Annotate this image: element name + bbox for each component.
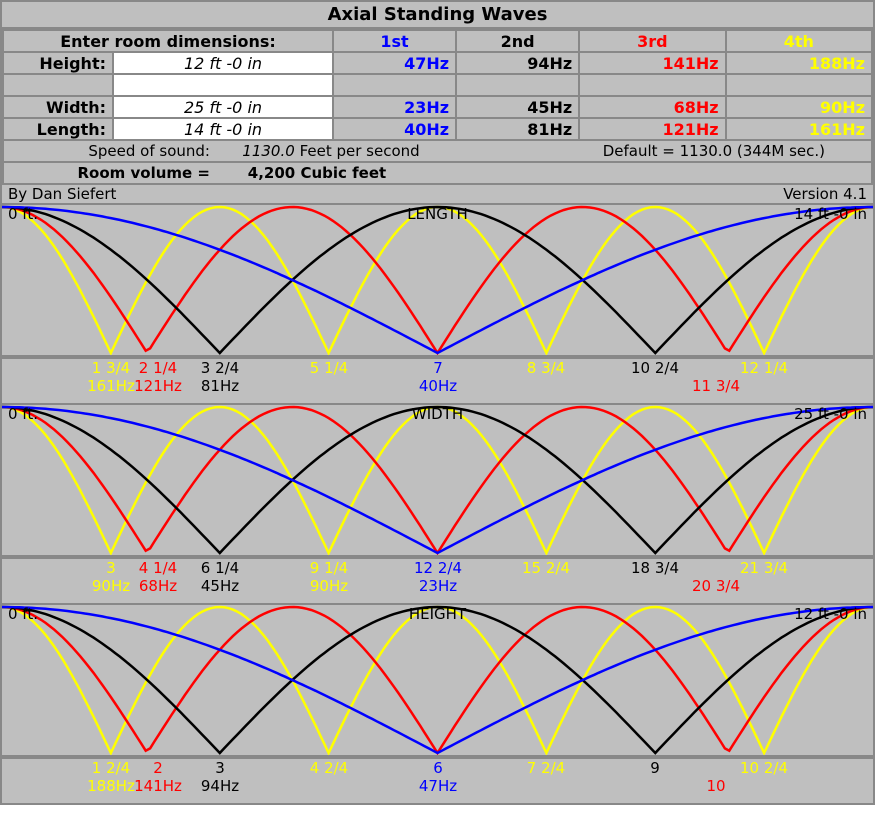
freq-label: 23Hz bbox=[419, 577, 457, 595]
chart-name: LENGTH bbox=[407, 205, 468, 223]
node-label: 1 2/4 bbox=[92, 759, 130, 777]
node-label: 9 bbox=[650, 759, 660, 777]
sound-row: Speed of sound: 1130.0 Feet per second D… bbox=[3, 140, 872, 162]
width-label: Width: bbox=[3, 96, 113, 118]
freq-label: 90Hz bbox=[92, 577, 130, 595]
ord-2: 2nd bbox=[456, 30, 579, 52]
app-title: Axial Standing Waves bbox=[2, 2, 873, 29]
node-label: 7 bbox=[433, 359, 443, 377]
node-label: 2 bbox=[153, 759, 163, 777]
chart-left: 0 ft. bbox=[8, 605, 38, 623]
charts-area: 0 ft. LENGTH 14 ft -0 in 1 3/4 2 1/4 3 2/4 5 1… bbox=[2, 203, 873, 803]
freq-label: 11 3/4 bbox=[692, 377, 740, 395]
freq-label: 81Hz bbox=[201, 377, 239, 395]
length-row: Length: 14 ft -0 in 40Hz 81Hz 121Hz 161H… bbox=[3, 118, 872, 140]
node-label: 6 bbox=[433, 759, 443, 777]
ord-4: 4th bbox=[726, 30, 872, 52]
width-row: Width: 25 ft -0 in 23Hz 45Hz 68Hz 90Hz bbox=[3, 96, 872, 118]
node-label: 3 bbox=[215, 759, 225, 777]
length-4: 161Hz bbox=[726, 118, 872, 140]
sound-default: Default = 1130.0 (344M sec.) bbox=[603, 142, 865, 160]
length-input[interactable]: 14 ft -0 in bbox=[113, 118, 333, 140]
node-label: 1 3/4 bbox=[92, 359, 130, 377]
freq-label: 141Hz bbox=[134, 777, 182, 795]
width-2: 45Hz bbox=[456, 96, 579, 118]
freq-label: 10 bbox=[706, 777, 725, 795]
node-label: 4 1/4 bbox=[139, 559, 177, 577]
node-label: 12 2/4 bbox=[414, 559, 462, 577]
chart-name: HEIGHT bbox=[409, 605, 466, 623]
node-label: 2 1/4 bbox=[139, 359, 177, 377]
height-3: 141Hz bbox=[579, 52, 725, 74]
volume-value: 4,200 bbox=[215, 164, 295, 182]
width-input[interactable]: 25 ft -0 in bbox=[113, 96, 333, 118]
chart-left: 0 ft. bbox=[8, 205, 38, 223]
freq-label: 188Hz bbox=[87, 777, 135, 795]
height-2: 94Hz bbox=[456, 52, 579, 74]
chart-height: 0 ft. HEIGHT 12 ft -0 in 1 2/4 2 3 4 2/4 6 7 2/4… bbox=[2, 603, 873, 803]
volume-unit: Cubic feet bbox=[300, 164, 386, 182]
node-label: 6 1/4 bbox=[201, 559, 239, 577]
length-1: 40Hz bbox=[333, 118, 456, 140]
node-label: 7 2/4 bbox=[527, 759, 565, 777]
length-3: 121Hz bbox=[579, 118, 725, 140]
node-label: 10 2/4 bbox=[740, 759, 788, 777]
volume-row: Room volume = 4,200 Cubic feet bbox=[3, 162, 872, 184]
prompt: Enter room dimensions: bbox=[3, 30, 333, 52]
chart-right: 25 ft -0 in bbox=[794, 405, 867, 423]
chart-length: 0 ft. LENGTH 14 ft -0 in 1 3/4 2 1/4 3 2/4 5 1… bbox=[2, 203, 873, 403]
chart-width: 0 ft. WIDTH 25 ft -0 in 3 4 1/4 6 1/4 9 1/4 12 … bbox=[2, 403, 873, 603]
freq-label: 90Hz bbox=[310, 577, 348, 595]
length-2: 81Hz bbox=[456, 118, 579, 140]
chart-right: 12 ft -0 in bbox=[794, 605, 867, 623]
height-1: 47Hz bbox=[333, 52, 456, 74]
height-label: Height: bbox=[3, 52, 113, 74]
width-3: 68Hz bbox=[579, 96, 725, 118]
version: Version 4.1 bbox=[783, 185, 867, 203]
input-table: Enter room dimensions: 1st 2nd 3rd 4th H… bbox=[2, 29, 873, 185]
freq-label: 161Hz bbox=[87, 377, 135, 395]
freq-label: 20 3/4 bbox=[692, 577, 740, 595]
sound-unit: Feet per second bbox=[300, 142, 420, 160]
freq-label: 47Hz bbox=[419, 777, 457, 795]
height-row: Height: 12 ft -0 in 47Hz 94Hz 141Hz 188H… bbox=[3, 52, 872, 74]
byline: By Dan Siefert Version 4.1 bbox=[2, 185, 873, 203]
node-label: 12 1/4 bbox=[740, 359, 788, 377]
node-label: 8 3/4 bbox=[527, 359, 565, 377]
node-label: 5 1/4 bbox=[310, 359, 348, 377]
chart-right: 14 ft -0 in bbox=[794, 205, 867, 223]
freq-label: 68Hz bbox=[139, 577, 177, 595]
app-frame: Axial Standing Waves Enter room dimensio… bbox=[0, 0, 875, 805]
freq-label: 40Hz bbox=[419, 377, 457, 395]
author: By Dan Siefert bbox=[8, 185, 116, 203]
node-label: 21 3/4 bbox=[740, 559, 788, 577]
order-row: Enter room dimensions: 1st 2nd 3rd 4th bbox=[3, 30, 872, 52]
length-label: Length: bbox=[3, 118, 113, 140]
sound-value[interactable]: 1130.0 bbox=[215, 142, 295, 160]
freq-label: 94Hz bbox=[201, 777, 239, 795]
chart-name: WIDTH bbox=[412, 405, 463, 423]
node-label: 9 1/4 bbox=[310, 559, 348, 577]
ord-1: 1st bbox=[333, 30, 456, 52]
node-label: 4 2/4 bbox=[310, 759, 348, 777]
node-label: 18 3/4 bbox=[631, 559, 679, 577]
node-label: 3 bbox=[106, 559, 116, 577]
height-input[interactable]: 12 ft -0 in bbox=[113, 52, 333, 74]
node-label: 10 2/4 bbox=[631, 359, 679, 377]
node-label: 15 2/4 bbox=[522, 559, 570, 577]
node-label: 3 2/4 bbox=[201, 359, 239, 377]
ord-3: 3rd bbox=[579, 30, 725, 52]
width-1: 23Hz bbox=[333, 96, 456, 118]
freq-label: 45Hz bbox=[201, 577, 239, 595]
spacer-row bbox=[3, 74, 872, 96]
volume-label: Room volume = bbox=[10, 164, 210, 182]
sound-label: Speed of sound: bbox=[10, 142, 210, 160]
freq-label: 121Hz bbox=[134, 377, 182, 395]
width-4: 90Hz bbox=[726, 96, 872, 118]
height-4: 188Hz bbox=[726, 52, 872, 74]
chart-left: 0 ft. bbox=[8, 405, 38, 423]
